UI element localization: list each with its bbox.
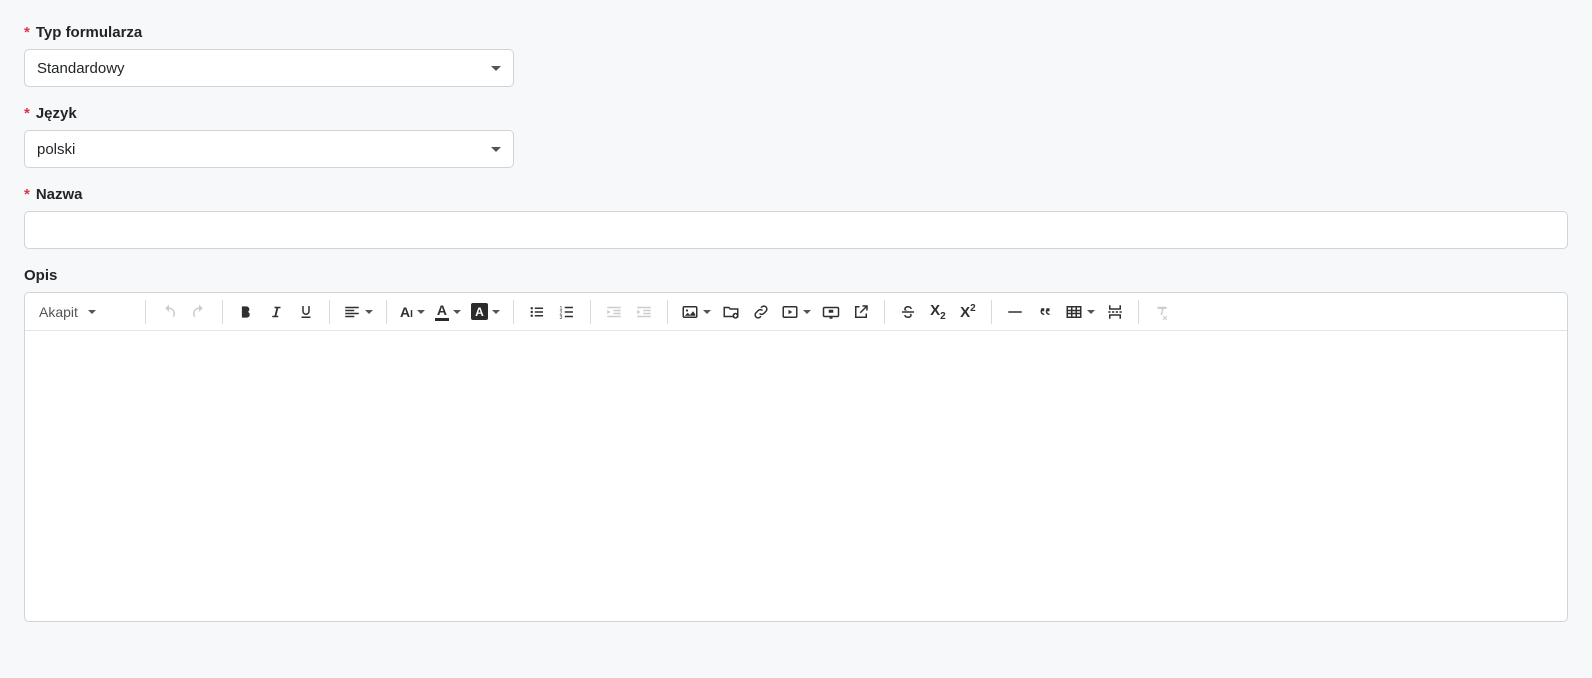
undo-button[interactable] bbox=[155, 298, 183, 326]
page-break-icon bbox=[1106, 303, 1124, 321]
toolbar-separator bbox=[590, 300, 591, 324]
font-color-button[interactable]: A bbox=[431, 298, 465, 326]
chevron-down-icon bbox=[453, 310, 461, 314]
strikethrough-icon bbox=[899, 303, 917, 321]
description-label: Opis bbox=[24, 267, 1568, 284]
field-language: Język polski bbox=[24, 105, 1568, 168]
numbered-list-button[interactable]: 123 bbox=[553, 298, 581, 326]
form-container: Typ formularza Standardowy Język polski … bbox=[0, 0, 1592, 664]
chevron-down-icon bbox=[1087, 310, 1095, 314]
horizontal-rule-button[interactable] bbox=[1001, 298, 1029, 326]
bold-button[interactable] bbox=[232, 298, 260, 326]
toolbar-separator bbox=[884, 300, 885, 324]
name-input[interactable] bbox=[37, 212, 1555, 248]
open-external-button[interactable] bbox=[847, 298, 875, 326]
bold-icon bbox=[237, 303, 255, 321]
superscript-button[interactable]: X2 bbox=[954, 298, 982, 326]
italic-icon bbox=[267, 303, 285, 321]
language-select[interactable]: polski bbox=[24, 130, 514, 168]
outdent-icon bbox=[605, 303, 623, 321]
block-format-value: Akapit bbox=[39, 304, 78, 320]
form-type-select[interactable]: Standardowy bbox=[24, 49, 514, 87]
external-link-icon bbox=[852, 303, 870, 321]
bullet-list-icon bbox=[528, 303, 546, 321]
strikethrough-button[interactable] bbox=[894, 298, 922, 326]
chevron-down-icon bbox=[365, 310, 373, 314]
font-size-button[interactable]: AI bbox=[396, 298, 429, 326]
redo-button[interactable] bbox=[185, 298, 213, 326]
field-description: Opis Akapit bbox=[24, 267, 1568, 622]
language-value: polski bbox=[37, 141, 75, 158]
image-icon bbox=[681, 303, 699, 321]
subscript-icon: X2 bbox=[930, 302, 946, 322]
table-icon bbox=[1065, 303, 1083, 321]
toolbar-separator bbox=[386, 300, 387, 324]
clear-formatting-button[interactable] bbox=[1148, 298, 1176, 326]
underline-icon bbox=[297, 303, 315, 321]
field-form-type: Typ formularza Standardowy bbox=[24, 24, 1568, 87]
caret-down-icon bbox=[491, 147, 501, 152]
chevron-down-icon bbox=[88, 310, 96, 314]
name-input-wrap bbox=[24, 211, 1568, 249]
iframe-icon bbox=[822, 303, 840, 321]
underline-button[interactable] bbox=[292, 298, 320, 326]
horizontal-rule-icon bbox=[1006, 303, 1024, 321]
form-type-value: Standardowy bbox=[37, 60, 125, 77]
toolbar-separator bbox=[145, 300, 146, 324]
redo-icon bbox=[190, 303, 208, 321]
field-name: Nazwa bbox=[24, 186, 1568, 249]
insert-video-button[interactable] bbox=[777, 298, 815, 326]
chevron-down-icon bbox=[417, 310, 425, 314]
blockquote-button[interactable] bbox=[1031, 298, 1059, 326]
page-break-button[interactable] bbox=[1101, 298, 1129, 326]
font-size-icon: AI bbox=[400, 304, 413, 320]
insert-iframe-button[interactable] bbox=[817, 298, 845, 326]
toolbar-separator bbox=[329, 300, 330, 324]
chevron-down-icon bbox=[803, 310, 811, 314]
link-icon bbox=[752, 303, 770, 321]
toolbar-separator bbox=[991, 300, 992, 324]
align-button[interactable] bbox=[339, 298, 377, 326]
toolbar-separator bbox=[1138, 300, 1139, 324]
caret-down-icon bbox=[491, 66, 501, 71]
highlight-icon: A bbox=[471, 303, 488, 320]
undo-icon bbox=[160, 303, 178, 321]
toolbar-separator bbox=[667, 300, 668, 324]
insert-table-button[interactable] bbox=[1061, 298, 1099, 326]
language-label: Język bbox=[24, 105, 1568, 122]
folder-plus-icon bbox=[722, 303, 740, 321]
block-format-select[interactable]: Akapit bbox=[31, 304, 141, 320]
rich-text-editor: Akapit bbox=[24, 292, 1568, 622]
insert-link-button[interactable] bbox=[747, 298, 775, 326]
insert-image-button[interactable] bbox=[677, 298, 715, 326]
font-color-icon: A bbox=[435, 303, 449, 321]
clear-format-icon bbox=[1153, 303, 1171, 321]
name-label: Nazwa bbox=[24, 186, 1568, 203]
outdent-button[interactable] bbox=[600, 298, 628, 326]
editor-content-area[interactable] bbox=[25, 331, 1567, 621]
highlight-button[interactable]: A bbox=[467, 298, 504, 326]
toolbar-separator bbox=[222, 300, 223, 324]
align-left-icon bbox=[343, 303, 361, 321]
superscript-icon: X2 bbox=[960, 303, 976, 321]
chevron-down-icon bbox=[703, 310, 711, 314]
indent-icon bbox=[635, 303, 653, 321]
insert-file-button[interactable] bbox=[717, 298, 745, 326]
toolbar-separator bbox=[513, 300, 514, 324]
subscript-button[interactable]: X2 bbox=[924, 298, 952, 326]
bullet-list-button[interactable] bbox=[523, 298, 551, 326]
italic-button[interactable] bbox=[262, 298, 290, 326]
indent-button[interactable] bbox=[630, 298, 658, 326]
editor-toolbar: Akapit bbox=[25, 293, 1567, 331]
quote-icon bbox=[1036, 303, 1054, 321]
video-icon bbox=[781, 303, 799, 321]
chevron-down-icon bbox=[492, 310, 500, 314]
form-type-label: Typ formularza bbox=[24, 24, 1568, 41]
svg-text:3: 3 bbox=[559, 314, 562, 320]
numbered-list-icon: 123 bbox=[558, 303, 576, 321]
